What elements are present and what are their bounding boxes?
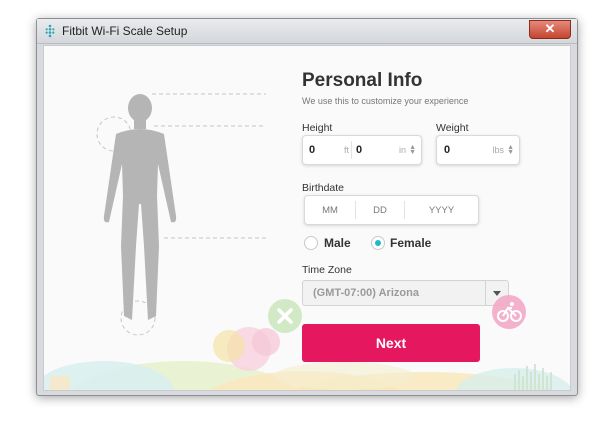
female-label[interactable]: Female [390,236,431,250]
page-subtitle: We use this to customize your experience [302,96,469,106]
timezone-select[interactable]: (GMT-07:00) Arizona [302,280,509,306]
birth-month-input[interactable]: MM [305,196,355,224]
weight-input-group: 0 lbs ▲ ▼ [436,135,520,165]
height-inches-unit: in [399,145,407,155]
weight-unit: lbs [492,145,505,155]
height-feet-value: 0 [309,144,316,156]
page-title: Personal Info [302,70,423,91]
male-label[interactable]: Male [324,236,351,250]
window-title: Fitbit Wi-Fi Scale Setup [62,24,188,38]
bike-icon [492,295,526,329]
timezone-value: (GMT-07:00) Arizona [313,287,419,299]
weight-label: Weight [436,122,469,134]
next-button[interactable]: Next [302,324,480,362]
setup-content: Personal Info We use this to customize y… [43,45,571,391]
height-label: Height [302,122,333,134]
male-radio[interactable] [304,236,318,250]
birthdate-label: Birthdate [302,182,345,194]
weight-value: 0 [444,144,451,156]
birth-year-input[interactable]: YYYY [405,196,478,224]
cross-icon [268,299,302,333]
title-bar[interactable]: Fitbit Wi-Fi Scale Setup ✕ [37,19,577,44]
birthdate-input-group: MM DD YYYY [304,195,479,225]
app-window: Fitbit Wi-Fi Scale Setup ✕ Personal Info… [36,18,578,396]
height-inches-value: 0 [356,144,363,156]
person-silhouette-icon [103,94,177,320]
height-feet-field[interactable]: 0 ft [309,136,349,164]
height-feet-unit: ft [343,145,349,155]
female-radio[interactable] [371,236,385,250]
stepper-icon[interactable]: ▲ ▼ [507,144,514,156]
timezone-label: Time Zone [302,264,352,276]
birth-day-input[interactable]: DD [356,196,404,224]
height-input-group: 0 ft 0 in ▲ ▼ [302,135,422,165]
close-icon: ✕ [544,21,556,36]
height-divider [351,141,352,159]
height-inches-field[interactable]: 0 in ▲ ▼ [356,136,416,164]
stepper-icon[interactable]: ▲ ▼ [409,144,416,156]
weight-field[interactable]: 0 lbs ▲ ▼ [444,136,514,164]
fitbit-app-icon [45,24,55,38]
close-button[interactable]: ✕ [529,20,571,39]
